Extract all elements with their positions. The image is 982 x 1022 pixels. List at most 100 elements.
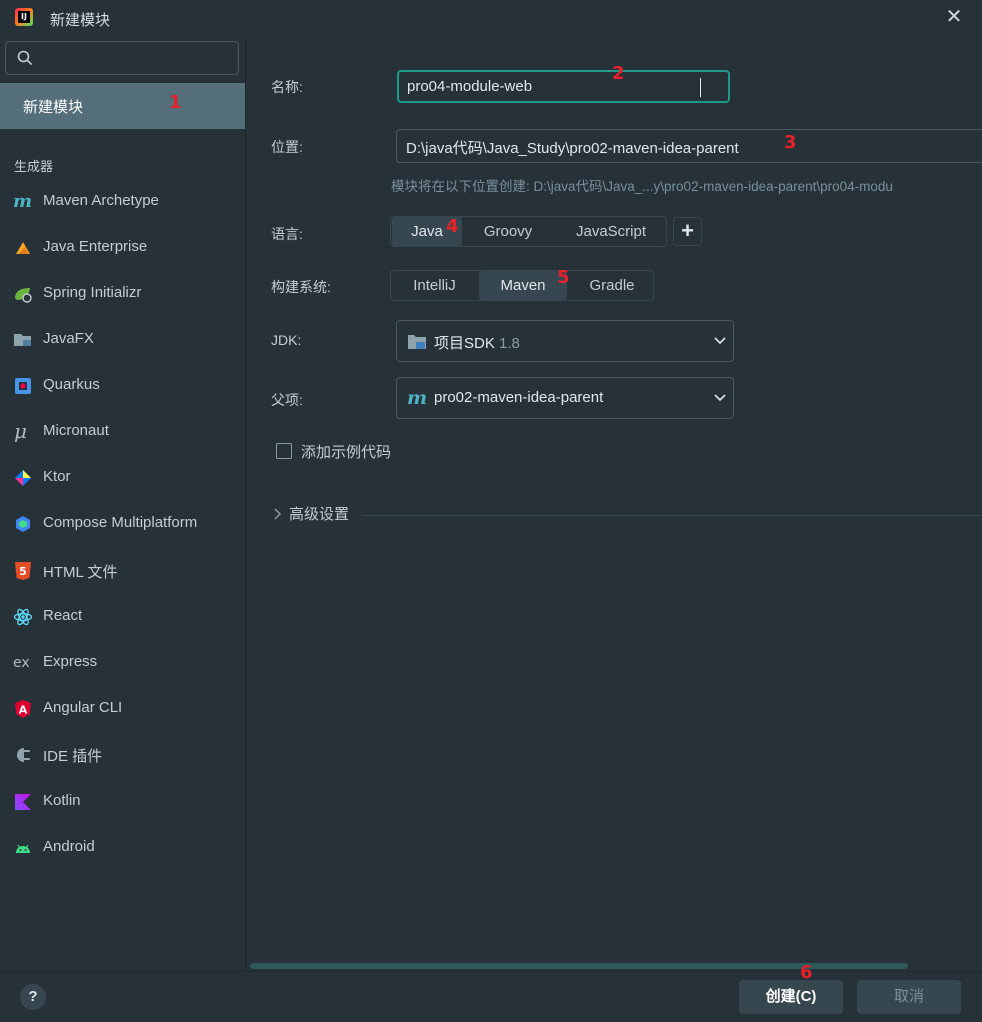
title-bar: IJ 新建模块 ✕ [0, 0, 982, 36]
sidebar-item-html[interactable]: 5 HTML 文件 [0, 553, 245, 589]
parent-dropdown[interactable]: m pro02-maven-idea-parent [396, 377, 734, 419]
close-icon[interactable]: ✕ [944, 7, 964, 27]
build-option-intellij[interactable]: IntelliJ [392, 271, 477, 300]
annotation-3: 3 [784, 132, 797, 153]
sidebar-item-maven-archetype[interactable]: m Maven Archetype [0, 184, 245, 220]
sidebar-item-ide-plugin[interactable]: IDE 插件 [0, 737, 245, 773]
sidebar-item-javafx[interactable]: JavaFX [0, 322, 245, 358]
sidebar-item-label: Java Enterprise [43, 238, 148, 255]
folder-sdk-icon [408, 335, 426, 349]
java-enterprise-icon [13, 238, 33, 258]
sidebar-item-label: Kotlin [43, 792, 81, 809]
location-label: 位置: [271, 139, 303, 155]
sidebar-item-label: Micronaut [43, 422, 109, 439]
sidebar-item-label: Angular CLI [43, 699, 123, 716]
compose-icon [13, 514, 33, 534]
text-caret [700, 78, 701, 97]
maven-icon: m [13, 191, 33, 212]
sidebar-item-label: Maven Archetype [43, 192, 159, 209]
language-label: 语言: [271, 226, 303, 242]
sidebar-item-label: Android [43, 838, 95, 855]
maven-icon: m [407, 388, 427, 408]
annotation-2: 2 [612, 63, 625, 84]
sidebar-item-angular-cli[interactable]: A Angular CLI [0, 691, 245, 727]
language-option-javascript[interactable]: JavaScript [555, 217, 667, 246]
language-selector: Java Groovy JavaScript [390, 216, 667, 247]
plugin-icon [13, 745, 33, 765]
sidebar-item-quarkus[interactable]: Quarkus [0, 368, 245, 404]
sidebar-item-compose-multiplatform[interactable]: Compose Multiplatform [0, 506, 245, 542]
chevron-right-icon [274, 508, 282, 520]
sidebar-item-express[interactable]: ex Express [0, 645, 245, 681]
chevron-down-icon [714, 337, 726, 345]
annotation-6: 6 [800, 962, 813, 983]
sidebar-item-java-enterprise[interactable]: Java Enterprise [0, 230, 245, 266]
android-icon [13, 838, 33, 858]
location-field[interactable]: D:\java代码\Java_Study\pro02-maven-idea-pa… [396, 129, 982, 163]
sidebar-item-label: React [43, 607, 83, 624]
svg-text:m: m [407, 388, 427, 408]
build-option-maven[interactable]: Maven [479, 271, 567, 300]
micronaut-icon: μ [13, 419, 33, 443]
sidebar-item-label: IDE 插件 [43, 748, 103, 765]
svg-text:μ: μ [14, 422, 27, 442]
ktor-icon [13, 468, 33, 488]
name-label: 名称: [271, 79, 303, 95]
angular-icon: A [13, 699, 33, 719]
build-system-selector: IntelliJ Maven Gradle [390, 270, 654, 301]
create-button[interactable]: 创建(C) [739, 980, 843, 1014]
svg-text:A: A [19, 704, 28, 717]
parent-value: pro02-maven-idea-parent [434, 389, 604, 406]
svg-text:ex: ex [13, 655, 30, 671]
window-title: 新建模块 [50, 12, 111, 29]
footer: ? 创建(C) 取消 [0, 971, 982, 1022]
sidebar-item-label: Spring Initializr [43, 284, 142, 301]
express-icon: ex [13, 653, 33, 673]
svg-text:5: 5 [19, 565, 27, 578]
sample-code-label: 添加示例代码 [301, 444, 392, 461]
html5-icon: 5 [13, 561, 33, 581]
annotation-1: 1 [169, 92, 182, 113]
jdk-version: 1.8 [499, 335, 520, 352]
javafx-icon [13, 330, 33, 350]
name-field[interactable]: pro04-module-web [397, 70, 730, 103]
cancel-button[interactable]: 取消 [857, 980, 961, 1014]
advanced-settings-label: 高级设置 [289, 506, 350, 523]
generators-section-label: 生成器 [14, 159, 54, 174]
search-box[interactable] [5, 41, 239, 75]
sidebar-item-new-module[interactable]: 新建模块 [0, 83, 245, 129]
search-icon [17, 50, 33, 66]
sample-code-checkbox[interactable] [276, 443, 292, 459]
sidebar-item-label: 新建模块 [23, 99, 84, 116]
sidebar-item-label: Compose Multiplatform [43, 514, 198, 531]
jdk-label: JDK: [271, 332, 302, 348]
name-value: pro04-module-web [407, 78, 533, 95]
add-language-button[interactable]: + [673, 217, 702, 246]
kotlin-icon [13, 792, 33, 812]
location-hint: 模块将在以下位置创建: D:\java代码\Java_...y\pro02-ma… [391, 179, 893, 194]
sidebar-item-label: Express [43, 653, 98, 670]
search-input[interactable] [40, 48, 234, 70]
help-button[interactable]: ? [20, 984, 46, 1010]
sidebar-item-label: Ktor [43, 468, 71, 485]
sidebar-item-micronaut[interactable]: μ Micronaut [0, 414, 245, 450]
chevron-down-icon [714, 394, 726, 402]
sidebar-item-android[interactable]: Android [0, 830, 245, 866]
sidebar-item-react[interactable]: React [0, 599, 245, 635]
build-system-label: 构建系统: [271, 279, 331, 295]
sidebar-item-label: JavaFX [43, 330, 94, 347]
sidebar-item-label: Quarkus [43, 376, 100, 393]
build-option-gradle[interactable]: Gradle [571, 271, 653, 300]
main-panel: 名称: pro04-module-web 位置: D:\java代码\Java_… [246, 36, 982, 971]
divider [362, 515, 982, 516]
sidebar-item-kotlin[interactable]: Kotlin [0, 784, 245, 820]
language-option-groovy[interactable]: Groovy [467, 217, 549, 246]
annotation-4: 4 [446, 216, 459, 237]
sidebar-item-spring-initializr[interactable]: Spring Initializr [0, 276, 245, 312]
spring-icon [13, 284, 33, 304]
advanced-settings-toggle[interactable]: 高级设置 [273, 503, 349, 524]
sidebar-item-ktor[interactable]: Ktor [0, 460, 245, 496]
jdk-dropdown[interactable]: 项目SDK 1.8 [396, 320, 734, 362]
quarkus-icon [13, 376, 33, 396]
annotation-5: 5 [557, 267, 570, 288]
